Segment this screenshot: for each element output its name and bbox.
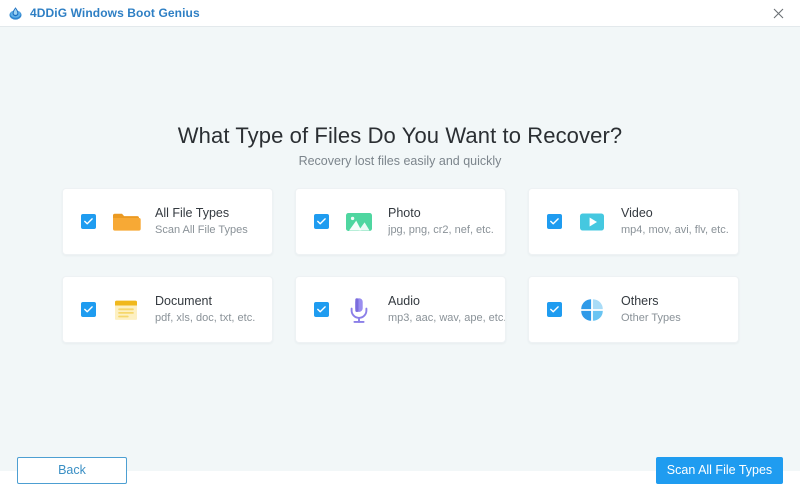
file-type-card-photo[interactable]: Photo jpg, png, cr2, nef, etc. (295, 188, 506, 255)
file-type-label-group: Photo jpg, png, cr2, nef, etc. (388, 206, 494, 237)
scan-all-file-types-button[interactable]: Scan All File Types (656, 457, 783, 484)
file-type-label-group: Others Other Types (621, 294, 681, 325)
page-subtitle: Recovery lost files easily and quickly (298, 154, 502, 168)
file-type-title: Document (155, 294, 212, 308)
check-icon (317, 218, 326, 225)
application-window: 4DDiG Windows Boot Genius What Type of F… (0, 0, 800, 503)
file-type-title: All File Types (155, 206, 230, 220)
page-title: What Type of Files Do You Want to Recove… (177, 123, 623, 148)
close-button[interactable] (756, 0, 800, 26)
microphone-icon (343, 294, 375, 326)
file-type-label-group: Document pdf, xls, doc, txt, etc. (155, 294, 255, 325)
video-play-icon (576, 206, 608, 238)
back-button[interactable]: Back (17, 457, 127, 484)
checkbox-photo[interactable] (314, 214, 329, 229)
file-type-subtitle: Other Types (621, 312, 681, 324)
main-content: What Type of Files Do You Want to Recove… (0, 27, 800, 471)
file-type-subtitle: mp4, mov, avi, flv, etc. (621, 224, 729, 236)
file-type-label-group: Video mp4, mov, avi, flv, etc. (621, 206, 729, 237)
4ddig-droplet-logo-icon (8, 6, 23, 21)
checkbox-document[interactable] (81, 302, 96, 317)
document-icon (110, 294, 142, 326)
footer-bar: Back Scan All File Types (0, 457, 800, 503)
file-type-label-group: All File Types Scan All File Types (155, 206, 248, 237)
file-type-title: Others (621, 294, 659, 308)
file-type-card-audio[interactable]: Audio mp3, aac, wav, ape, etc. (295, 276, 506, 343)
checkbox-all-file-types[interactable] (81, 214, 96, 229)
folder-icon (110, 206, 142, 238)
file-type-grid: All File Types Scan All File Types Photo… (62, 188, 739, 343)
check-icon (84, 218, 93, 225)
checkbox-others[interactable] (547, 302, 562, 317)
close-icon (773, 8, 783, 18)
file-type-title: Photo (388, 206, 421, 220)
check-icon (550, 306, 559, 313)
file-type-title: Video (621, 206, 653, 220)
file-type-subtitle: mp3, aac, wav, ape, etc. (388, 312, 505, 324)
four-petals-icon (576, 294, 608, 326)
file-type-label-group: Audio mp3, aac, wav, ape, etc. (388, 294, 505, 325)
check-icon (317, 306, 326, 313)
window-title: 4DDiG Windows Boot Genius (30, 6, 200, 20)
checkbox-video[interactable] (547, 214, 562, 229)
file-type-card-all-file-types[interactable]: All File Types Scan All File Types (62, 188, 273, 255)
check-icon (550, 218, 559, 225)
image-icon (343, 206, 375, 238)
file-type-card-document[interactable]: Document pdf, xls, doc, txt, etc. (62, 276, 273, 343)
file-type-card-others[interactable]: Others Other Types (528, 276, 739, 343)
file-type-title: Audio (388, 294, 420, 308)
checkbox-audio[interactable] (314, 302, 329, 317)
file-type-card-video[interactable]: Video mp4, mov, avi, flv, etc. (528, 188, 739, 255)
check-icon (84, 306, 93, 313)
file-type-subtitle: Scan All File Types (155, 224, 248, 236)
file-type-subtitle: jpg, png, cr2, nef, etc. (388, 224, 494, 236)
title-bar: 4DDiG Windows Boot Genius (0, 0, 800, 27)
file-type-subtitle: pdf, xls, doc, txt, etc. (155, 312, 256, 324)
